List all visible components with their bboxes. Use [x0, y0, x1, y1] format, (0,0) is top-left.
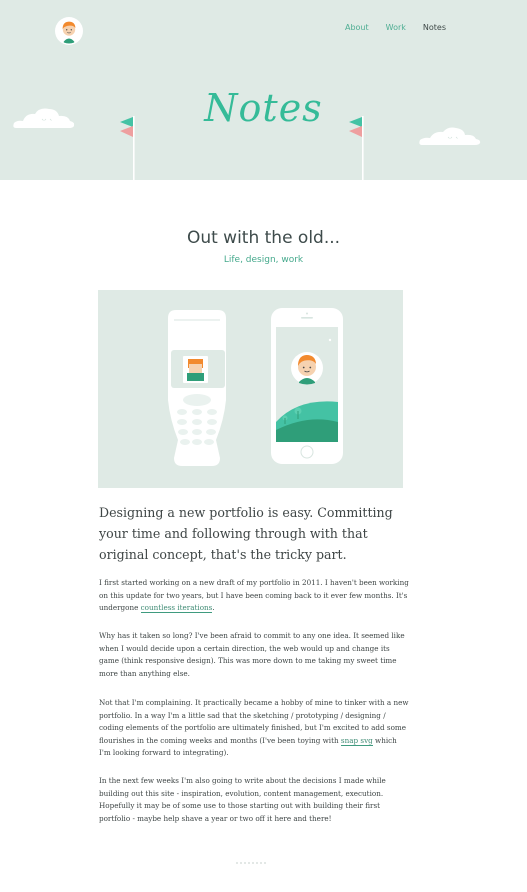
flag-icon	[120, 116, 135, 180]
post-paragraph: Why has it taken so long? I've been afra…	[99, 631, 405, 678]
post-paragraph: Not that I'm complaining. It practically…	[99, 697, 409, 760]
nokia-phone-icon	[168, 310, 226, 466]
nav-link-notes[interactable]: Notes	[423, 23, 446, 32]
countless-iterations-link[interactable]: countless iterations	[140, 603, 213, 614]
post-lead: Designing a new portfolio is easy. Commi…	[99, 505, 393, 562]
main-nav: About Work Notes	[345, 23, 446, 32]
nav-link-about[interactable]: About	[345, 23, 369, 32]
snap-svg-link[interactable]: snap svg	[340, 735, 373, 746]
cloud-icon	[13, 108, 75, 128]
flag-icon	[349, 116, 364, 180]
end-divider	[236, 862, 266, 864]
post-title: Out with the old...	[186, 228, 341, 248]
hero-title: Notes	[204, 86, 323, 130]
post-illustration	[98, 290, 403, 488]
paragraph-text: .	[212, 603, 215, 613]
post-tags: Life, design, work	[223, 255, 304, 265]
avatar-icon[interactable]	[55, 17, 83, 45]
post-paragraph: In the next few weeks I'm also going to …	[99, 776, 386, 823]
iphone-icon	[271, 308, 343, 464]
hero-banner: About Work Notes Notes	[0, 0, 527, 180]
post-paragraph: I first started working on a new draft o…	[99, 577, 409, 615]
nav-link-work[interactable]: Work	[386, 23, 406, 32]
cloud-icon	[419, 127, 481, 145]
